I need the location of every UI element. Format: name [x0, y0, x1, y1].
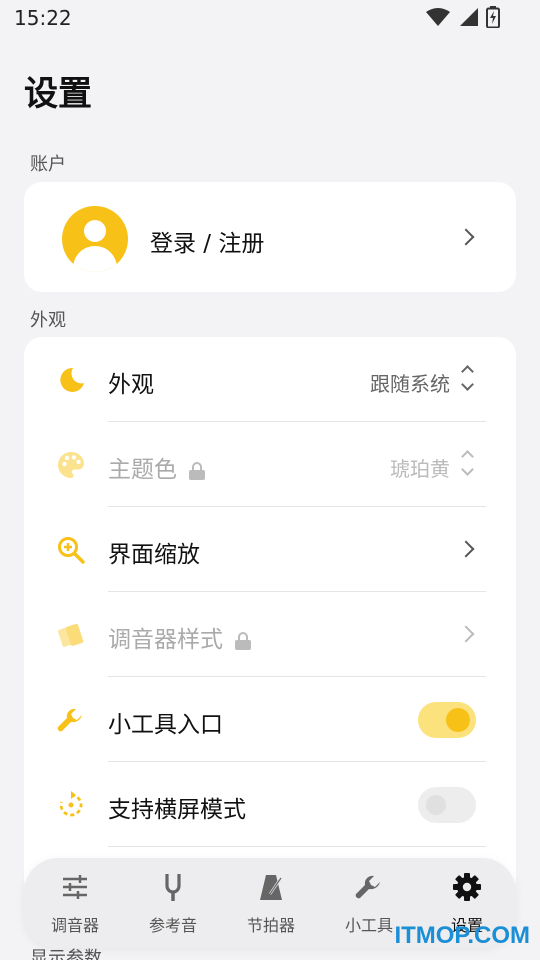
nav-label: 节拍器 — [246, 916, 295, 935]
palette-icon — [58, 452, 84, 478]
setting-row-theme-color[interactable]: 主题色 琥珀黄 — [24, 422, 516, 507]
moon-icon — [60, 367, 84, 392]
setting-label-ui-scale: 界面缩放 — [108, 542, 200, 568]
setting-value-appearance: 跟随系统 — [370, 372, 450, 396]
setting-row-landscape: 支持横屏模式 — [24, 762, 516, 847]
status-icons — [426, 6, 500, 28]
up-down-chevron-icon — [460, 448, 474, 480]
page-title: 设置 — [24, 74, 92, 114]
wrench-icon — [57, 708, 82, 732]
setting-row-tools-entry: 小工具入口 — [24, 677, 516, 762]
signal-icon — [460, 8, 478, 26]
nav-item-reference-tone[interactable]: 参考音 — [124, 858, 222, 948]
nav-label: 参考音 — [148, 916, 197, 935]
landscape-toggle[interactable] — [418, 787, 476, 823]
chevron-right-icon — [457, 625, 475, 643]
rotate-icon — [59, 791, 83, 817]
section-label-appearance: 外观 — [30, 310, 66, 331]
setting-row-tuner-style[interactable]: 调音器样式 — [24, 592, 516, 677]
appearance-card: 外观 跟随系统 主题色 琥珀黄 界面缩放 调音器样式 小工具入口 支持横屏模式 — [24, 337, 516, 897]
watermark-logo: ITMOP.COM — [394, 922, 530, 949]
account-card[interactable]: 登录 / 注册 — [24, 182, 516, 292]
wifi-icon — [426, 8, 450, 26]
setting-label-tuner-style: 调音器样式 — [108, 620, 251, 654]
status-time: 15:22 — [14, 6, 72, 30]
gear-icon — [453, 873, 481, 901]
setting-label-appearance: 外观 — [108, 372, 154, 398]
setting-label-tools-entry: 小工具入口 — [108, 712, 223, 738]
battery-icon — [486, 6, 500, 28]
setting-label-landscape: 支持横屏模式 — [108, 797, 246, 823]
avatar-icon — [62, 206, 128, 272]
nav-label: 调音器 — [50, 916, 99, 935]
login-register-label: 登录 / 注册 — [150, 231, 265, 257]
lock-icon — [235, 631, 251, 650]
tools-entry-toggle[interactable] — [418, 702, 476, 738]
tuning-fork-icon — [165, 874, 181, 901]
nav-item-tuner[interactable]: 调音器 — [26, 858, 124, 948]
sliders-icon — [63, 875, 87, 899]
section-label-account: 账户 — [30, 154, 66, 175]
divider — [108, 846, 486, 847]
setting-row-ui-scale[interactable]: 界面缩放 — [24, 507, 516, 592]
cards-icon — [58, 623, 84, 647]
setting-label-theme-color: 主题色 — [108, 450, 205, 484]
up-down-chevron-icon — [460, 363, 474, 395]
lock-icon — [189, 461, 205, 480]
nav-item-metronome[interactable]: 节拍器 — [222, 858, 320, 948]
zoom-in-icon — [58, 537, 85, 564]
chevron-right-icon — [457, 228, 475, 246]
metronome-icon — [260, 875, 283, 900]
wrench-icon — [355, 875, 380, 899]
status-bar: 15:22 — [0, 0, 540, 36]
chevron-right-icon — [457, 540, 475, 558]
setting-row-appearance[interactable]: 外观 跟随系统 — [24, 337, 516, 422]
setting-value-theme-color: 琥珀黄 — [390, 457, 450, 481]
